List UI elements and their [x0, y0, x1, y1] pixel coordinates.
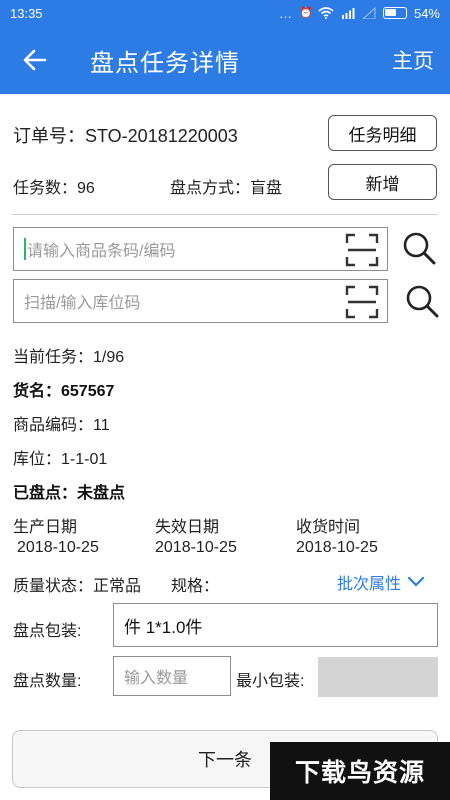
- spec-label: 规格：: [171, 578, 220, 595]
- goods-code: 商品编码：11: [13, 417, 110, 434]
- package-label: 盘点包装:: [13, 623, 82, 640]
- qty-input[interactable]: 输入数量: [113, 656, 231, 696]
- scan-icon[interactable]: [345, 285, 379, 319]
- expiry-date-label: 失效日期: [155, 519, 220, 536]
- counted-status: 已盘点：未盘点: [13, 485, 126, 502]
- package-value: 件 1*1.0件: [124, 617, 203, 637]
- status-bar: 13:35 … ⏰ 54%: [0, 0, 450, 26]
- task-count: 任务数：96: [13, 180, 95, 197]
- status-time: 13:35: [10, 5, 43, 21]
- qty-label: 盘点数量:: [13, 673, 82, 690]
- batch-attributes-label: 批次属性: [337, 576, 402, 593]
- batch-attributes-toggle[interactable]: 批次属性: [337, 570, 425, 594]
- production-date-label: 生产日期: [13, 519, 78, 536]
- expiry-date-value: 2018-10-25: [155, 539, 237, 556]
- search-icon[interactable]: [404, 283, 440, 319]
- wifi-icon: [318, 7, 334, 19]
- next-button-label: 下一条: [198, 750, 252, 770]
- notification-dots-icon: …: [278, 5, 292, 21]
- barcode-input[interactable]: 请输入商品条码/编码: [13, 227, 388, 271]
- page-title: 盘点任务详情: [90, 49, 240, 77]
- divider: [12, 214, 438, 215]
- production-date-value: 2018-10-25: [17, 539, 99, 556]
- receive-time-value: 2018-10-25: [296, 539, 378, 556]
- quality-status: 质量状态：正常品: [13, 578, 142, 595]
- scan-icon[interactable]: [345, 233, 379, 267]
- add-button[interactable]: 新增: [328, 164, 437, 200]
- location-input[interactable]: 扫描/输入库位码: [13, 279, 388, 323]
- location-placeholder: 扫描/输入库位码: [24, 295, 141, 312]
- min-pack-label: 最小包装:: [236, 673, 305, 690]
- back-button[interactable]: [0, 26, 70, 94]
- app-bar: 盘点任务详情 主页: [0, 26, 450, 94]
- battery-icon: [382, 7, 407, 19]
- signal-icon: [341, 8, 355, 19]
- location: 库位：1-1-01: [13, 451, 108, 468]
- task-detail-button[interactable]: 任务明细: [328, 115, 437, 151]
- search-icon[interactable]: [401, 230, 437, 266]
- alarm-icon: ⏰: [298, 7, 313, 19]
- goods-name: 货名：657567: [13, 383, 115, 400]
- min-pack-field: [318, 657, 438, 697]
- battery-percent: 54%: [413, 5, 440, 21]
- watermark: 下载鸟资源: [270, 742, 450, 800]
- count-method: 盘点方式：盲盘: [170, 180, 283, 197]
- text-cursor: [24, 238, 26, 260]
- home-button[interactable]: 主页: [392, 45, 450, 75]
- status-icons: … ⏰ 54%: [279, 6, 440, 21]
- signal-empty-icon: [362, 7, 376, 19]
- back-arrow-icon: [23, 49, 47, 71]
- package-select[interactable]: 件 1*1.0件: [113, 603, 438, 647]
- chevron-down-icon: [407, 576, 425, 587]
- order-number: 订单号：STO-20181220003: [13, 126, 238, 146]
- barcode-placeholder: 请输入商品条码/编码: [27, 243, 176, 260]
- qty-placeholder: 输入数量: [124, 670, 189, 687]
- current-task: 当前任务：1/96: [13, 349, 125, 366]
- receive-time-label: 收货时间: [296, 519, 361, 536]
